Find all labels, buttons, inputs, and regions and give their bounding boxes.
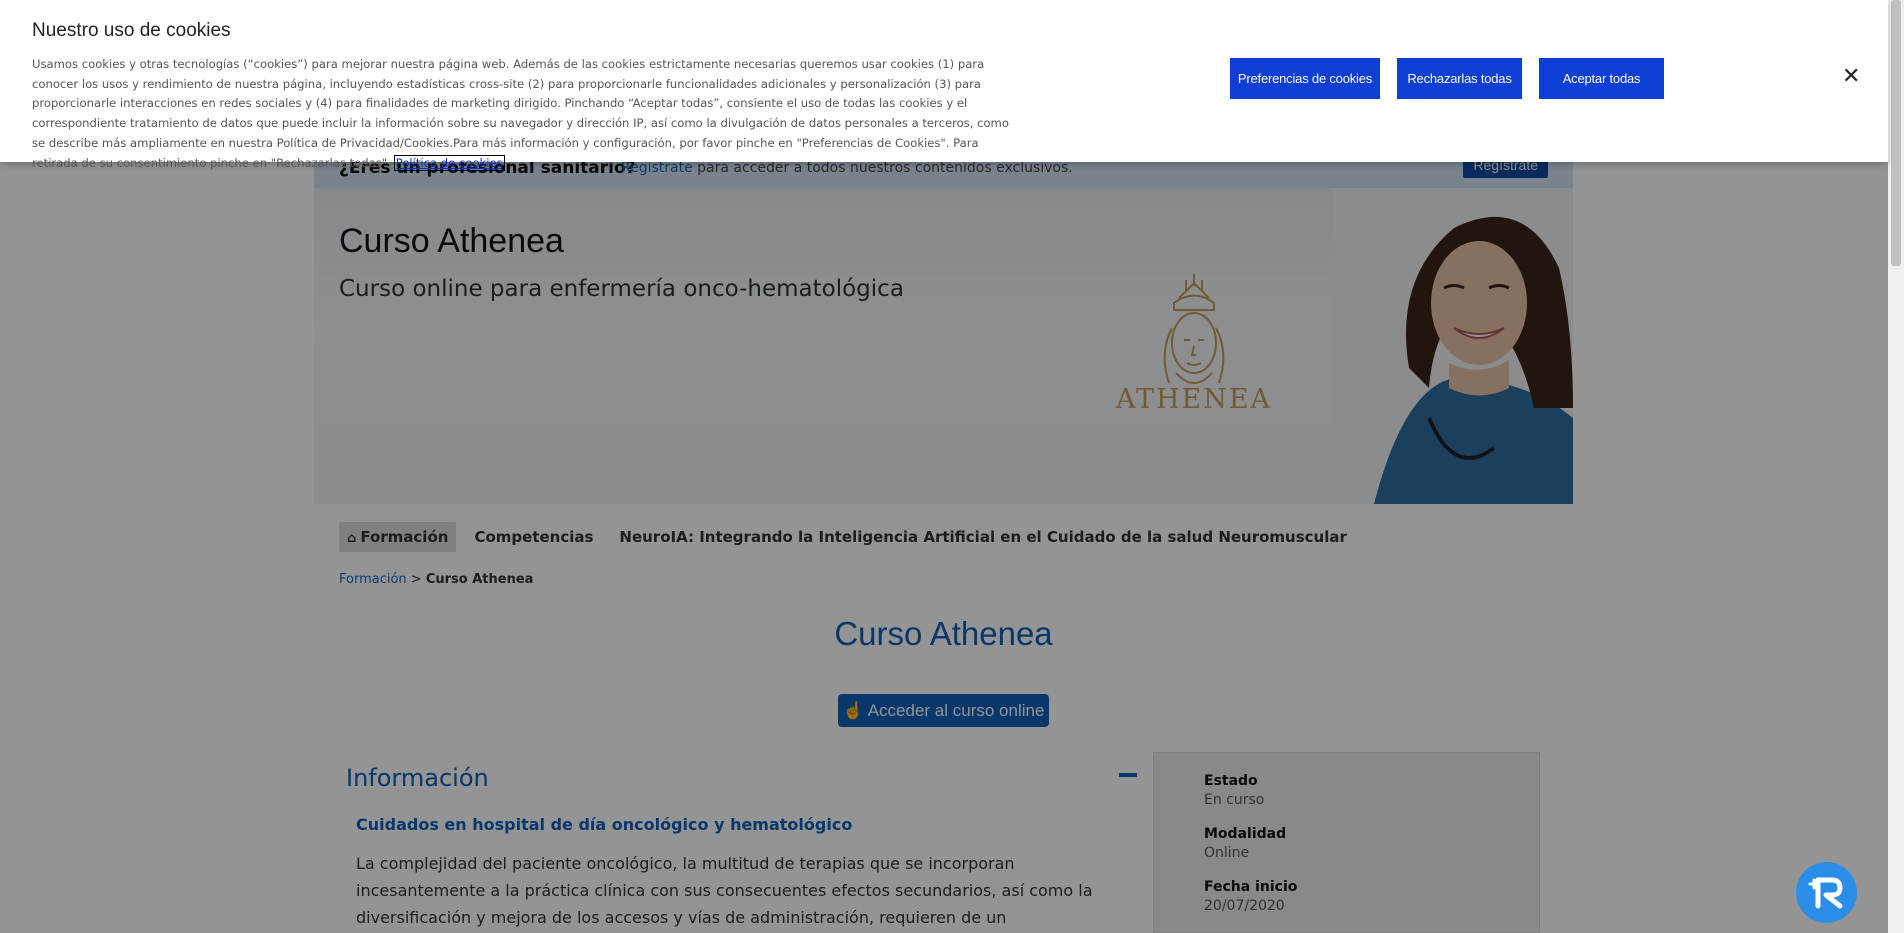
reject-all-button[interactable]: Rechazarlas todas bbox=[1397, 58, 1522, 99]
close-icon[interactable]: ✕ bbox=[1842, 64, 1860, 90]
scrollbar-thumb[interactable] bbox=[1891, 0, 1901, 266]
cookie-policy-link[interactable]: Política de cookies bbox=[393, 154, 505, 171]
cookie-description: Usamos cookies y otras tecnologías (“coo… bbox=[32, 57, 1009, 170]
cookie-preferences-button[interactable]: Preferencias de cookies bbox=[1230, 58, 1380, 99]
cookie-text: Usamos cookies y otras tecnologías (“coo… bbox=[32, 55, 1022, 173]
cookie-title: Nuestro uso de cookies bbox=[32, 20, 231, 41]
chat-bot-button[interactable] bbox=[1796, 862, 1857, 923]
accept-all-button[interactable]: Aceptar todas bbox=[1539, 58, 1664, 99]
chat-bot-icon bbox=[1808, 877, 1843, 909]
cookie-banner: Nuestro uso de cookies Usamos cookies y … bbox=[0, 0, 1888, 171]
scrollbar[interactable] bbox=[1888, 0, 1904, 933]
